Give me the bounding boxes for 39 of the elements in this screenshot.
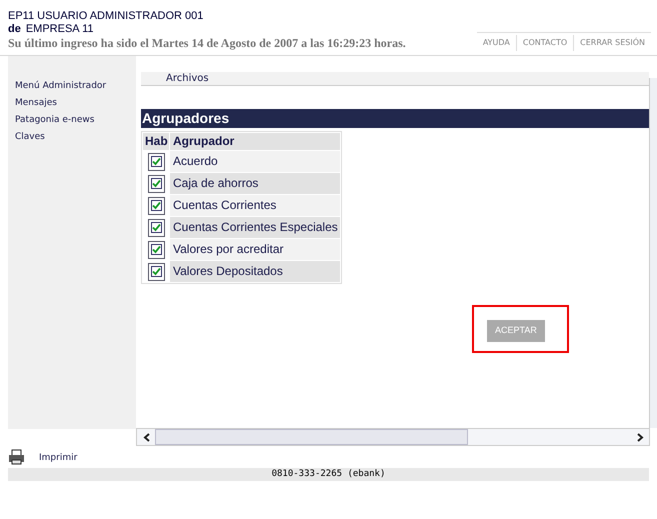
table-cell: Cuentas Corrientes Especiales xyxy=(170,217,340,238)
check-icon xyxy=(152,201,160,210)
printer-icon[interactable] xyxy=(8,449,25,465)
table-cell: Valores por acreditar xyxy=(170,239,340,260)
section-header: Agrupadores xyxy=(141,109,649,128)
horizontal-scrollbar[interactable] xyxy=(136,428,650,446)
sidebar-link[interactable]: Menú Administrador xyxy=(15,80,136,92)
table-cell: Cuentas Corrientes xyxy=(170,195,340,216)
table-cell: Valores Depositados xyxy=(170,261,340,282)
checkbox[interactable] xyxy=(148,196,164,214)
check-icon xyxy=(152,179,160,188)
checkbox[interactable] xyxy=(148,174,164,192)
sidebar-link[interactable]: Mensajes xyxy=(15,97,136,109)
company-prefix: de xyxy=(8,23,21,36)
column-header: Hab xyxy=(143,133,169,150)
checkbox[interactable] xyxy=(148,218,164,236)
sidebar-link[interactable]: Claves xyxy=(15,131,136,143)
checkbox[interactable] xyxy=(148,152,164,170)
user-name: EP11 USUARIO ADMINISTRADOR 001 xyxy=(8,10,204,23)
top-nav-link[interactable]: CONTACTO xyxy=(516,35,574,51)
table-cell: Caja de ahorros xyxy=(170,173,340,194)
top-nav-link[interactable]: AYUDA xyxy=(476,35,516,51)
checkbox[interactable] xyxy=(148,240,164,258)
check-icon xyxy=(152,267,160,276)
footer-bar: 0810-333-2265 (ebank) xyxy=(8,468,649,481)
scrollbar-thumb[interactable] xyxy=(155,429,468,445)
last-login-text: Su último ingreso ha sido el Martes 14 de Agosto de 2007 a las 16:29:23 horas. xyxy=(8,36,406,51)
top-nav-link[interactable]: CERRAR SESIÓN xyxy=(573,35,651,51)
check-icon xyxy=(152,245,160,254)
check-icon xyxy=(152,157,160,166)
table-cell: Archivos xyxy=(166,73,209,85)
table-cell: Acuerdo xyxy=(170,151,340,172)
print-link[interactable]: Imprimir xyxy=(39,452,78,465)
check-icon xyxy=(152,223,160,232)
column-header: Agrupador xyxy=(170,133,340,150)
company-name: EMPRESA 11 xyxy=(26,23,94,36)
sidebar-link[interactable]: Patagonia e-news xyxy=(15,114,136,126)
checkbox[interactable] xyxy=(148,262,164,280)
vertical-scrollbar[interactable] xyxy=(649,78,657,428)
